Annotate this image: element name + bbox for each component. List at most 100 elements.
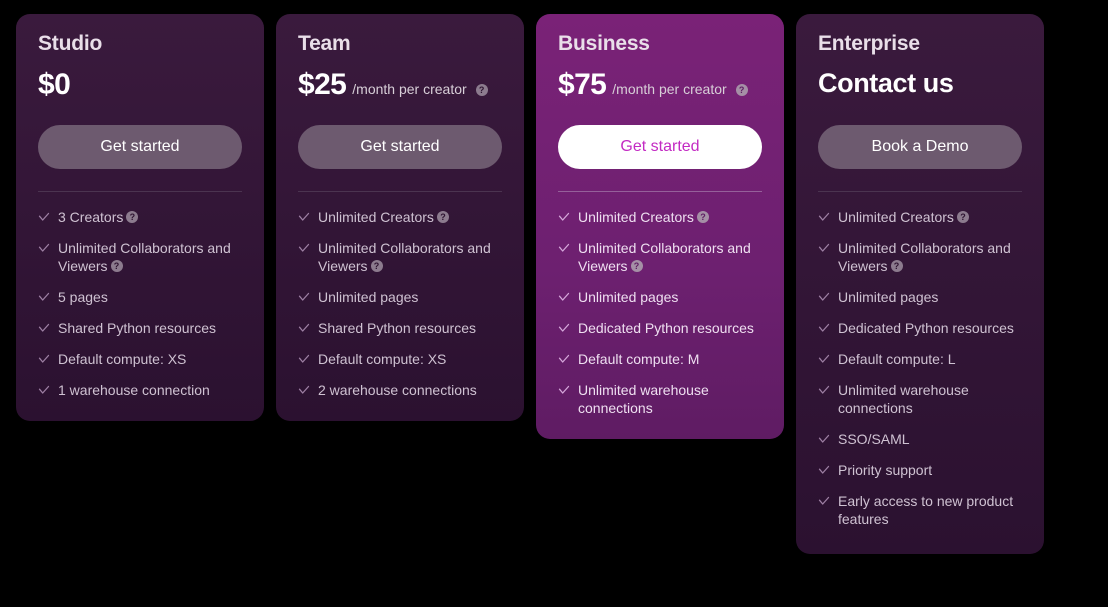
check-icon [818,211,830,225]
check-icon [38,211,50,225]
cta-button-enterprise[interactable]: Book a Demo [818,125,1022,170]
feature-label: Shared Python resources [318,320,476,337]
feature-info-icon[interactable]: ? [370,260,383,273]
feature-info-icon[interactable]: ? [126,211,139,224]
check-icon [818,322,830,336]
feature-label: Early access to new product features [838,493,1014,528]
check-icon [558,211,570,225]
feature-item: Dedicated Python resources [558,319,762,337]
feature-label: Unlimited pages [838,289,939,306]
feature-info-icon[interactable]: ? [630,260,643,273]
feature-item: Unlimited Collaborators and Viewers? [558,239,762,275]
check-icon [818,353,830,367]
feature-item: Unlimited pages [298,288,502,306]
check-icon [818,433,830,447]
feature-label: Unlimited Creators [838,209,954,226]
cta-button-studio[interactable]: Get started [38,125,242,170]
plan-price-row-enterprise: Contact us [818,69,1022,103]
feature-item: Default compute: XS [298,350,502,368]
check-icon [38,353,50,367]
check-icon [298,384,310,398]
feature-item: Default compute: XS [38,350,242,368]
plan-price-row-studio: $0 [38,69,242,103]
feature-list-business: Unlimited Creators? Unlimited Collaborato… [558,208,762,417]
plan-name-studio: Studio [38,32,103,55]
feature-item: Unlimited Collaborators and Viewers? [298,239,502,275]
feature-item: SSO/SAML [818,430,1022,448]
feature-info-icon[interactable]: ? [436,211,449,224]
check-icon [38,291,50,305]
check-icon [818,242,830,256]
feature-text-wrapper: Default compute: L [838,350,956,368]
feature-label: Unlimited Collaborators and Viewers [318,240,491,275]
feature-text-wrapper: Priority support [838,461,932,479]
feature-label: Unlimited Creators [318,209,434,226]
feature-info-icon[interactable]: ? [110,260,123,273]
plan-price-unit-team: /month per creator [352,81,467,98]
feature-label: Default compute: XS [318,351,447,368]
feature-label: Unlimited pages [318,289,419,306]
cta-button-business[interactable]: Get started [558,125,762,170]
plan-card-enterprise: Enterprise Contact us Book a Demo Unlimited… [796,14,1044,555]
check-icon [298,353,310,367]
feature-text-wrapper: Unlimited Creators? [578,208,709,226]
check-icon [558,353,570,367]
card-divider [558,191,762,193]
feature-text-wrapper: Unlimited warehouse connections [838,381,1022,417]
feature-label: Unlimited pages [578,289,679,306]
feature-label: Dedicated Python resources [838,320,1014,337]
feature-text-wrapper: 3 Creators? [58,208,139,226]
feature-item: 3 Creators? [38,208,242,226]
feature-label: SSO/SAML [838,431,910,448]
feature-text-wrapper: Early access to new product features [838,492,1022,528]
check-icon [298,291,310,305]
feature-text-wrapper: 2 warehouse connections [318,381,477,399]
feature-text-wrapper: Unlimited pages [578,288,678,306]
feature-item: 5 pages [38,288,242,306]
feature-label: Unlimited Collaborators and Viewers [58,240,231,275]
feature-label: Default compute: L [838,351,956,368]
feature-text-wrapper: 1 warehouse connection [58,381,210,399]
feature-item: Unlimited Collaborators and Viewers? [818,239,1022,275]
feature-item: Shared Python resources [298,319,502,337]
feature-text-wrapper: Unlimited pages [318,288,418,306]
plan-price-unit-business: /month per creator [612,81,727,98]
check-icon [38,384,50,398]
feature-label: 2 warehouse connections [318,382,477,399]
feature-list-enterprise: Unlimited Creators? Unlimited Collaborato… [818,208,1022,528]
feature-text-wrapper: Shared Python resources [58,319,216,337]
check-icon [818,384,830,398]
feature-item: Early access to new product features [818,492,1022,528]
feature-item: Dedicated Python resources [818,319,1022,337]
feature-label: 3 Creators [58,209,124,226]
cta-button-team[interactable]: Get started [298,125,502,170]
check-icon [38,242,50,256]
feature-text-wrapper: Unlimited pages [838,288,938,306]
plan-price-row-business: $75/month per creator? [558,69,762,103]
check-icon [38,322,50,336]
feature-text-wrapper: Unlimited Creators? [318,208,449,226]
feature-list-studio: 3 Creators? Unlimited Collaborators and V… [38,208,242,399]
feature-info-icon[interactable]: ? [696,211,709,224]
plan-name-business: Business [558,32,650,55]
feature-label: Unlimited Creators [578,209,694,226]
plan-price-enterprise: Contact us [818,68,954,99]
check-icon [558,384,570,398]
check-icon [298,211,310,225]
feature-item: Unlimited Creators? [298,208,502,226]
feature-item: Unlimited pages [818,288,1022,306]
check-icon [558,322,570,336]
feature-text-wrapper: Default compute: XS [58,350,186,368]
price-info-icon[interactable]: ? [735,84,748,97]
feature-text-wrapper: Unlimited Collaborators and Viewers? [838,239,1022,275]
feature-info-icon[interactable]: ? [956,211,969,224]
feature-label: Unlimited warehouse connections [578,382,709,417]
plan-name-enterprise: Enterprise [818,32,920,55]
check-icon [558,242,570,256]
feature-info-icon[interactable]: ? [890,260,903,273]
feature-list-team: Unlimited Creators? Unlimited Collaborato… [298,208,502,399]
feature-text-wrapper: Unlimited Collaborators and Viewers? [58,239,242,275]
feature-item: Priority support [818,461,1022,479]
price-info-icon[interactable]: ? [475,84,488,97]
feature-label: Dedicated Python resources [578,320,754,337]
